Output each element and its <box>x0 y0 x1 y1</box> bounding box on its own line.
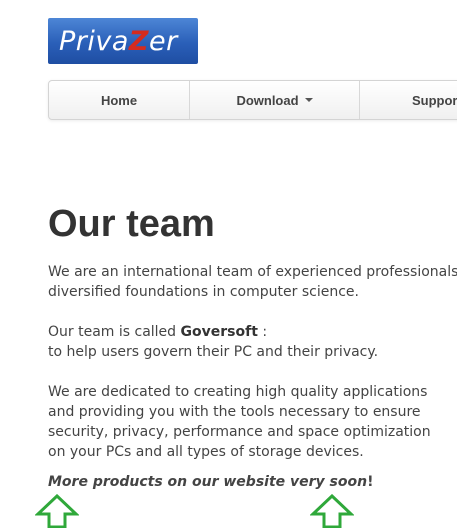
dedication-line-2: and providing you with the tools necessa… <box>48 404 421 420</box>
intro-line-2: diversified foundations in computer scie… <box>48 284 359 300</box>
dedication-line-1: We are dedicated to creating high qualit… <box>48 384 428 400</box>
main-navbar: Home Download Support <box>48 80 457 120</box>
more-products-exclamation: ! <box>367 474 374 490</box>
team-name-paragraph: Our team is called Goversoft : to help u… <box>48 322 378 362</box>
dedication-paragraph: We are dedicated to creating high qualit… <box>48 382 431 462</box>
page-title: Our team <box>48 203 215 245</box>
nav-download-label: Download <box>236 92 299 108</box>
team-name-prefix: Our team is called <box>48 324 181 340</box>
nav-download[interactable]: Download <box>190 81 360 119</box>
logo-text: PrivaZer <box>59 25 178 57</box>
dedication-line-4: on your PCs and all types of storage dev… <box>48 444 364 460</box>
intro-paragraph: We are an international team of experien… <box>48 262 457 302</box>
team-mission-line: to help users govern their PC and their … <box>48 344 379 360</box>
nav-support[interactable]: Support <box>360 81 457 119</box>
dedication-line-3: security, privacy, performance and space… <box>48 424 431 440</box>
nav-support-label: Support <box>412 92 457 108</box>
more-products-text: More products on our website very soon <box>48 474 368 490</box>
more-products-notice: More products on our website very soon! <box>48 472 373 492</box>
intro-line-1: We are an international team of experien… <box>48 264 457 280</box>
team-name: Goversoft <box>180 324 258 340</box>
nav-home[interactable]: Home <box>49 81 190 119</box>
team-name-suffix: : <box>257 324 268 340</box>
nav-home-label: Home <box>100 92 138 108</box>
arrow-up-icon <box>310 494 354 528</box>
chevron-down-icon <box>304 98 313 102</box>
privazer-logo[interactable]: PrivaZer <box>48 18 198 64</box>
arrow-up-icon <box>35 494 79 528</box>
